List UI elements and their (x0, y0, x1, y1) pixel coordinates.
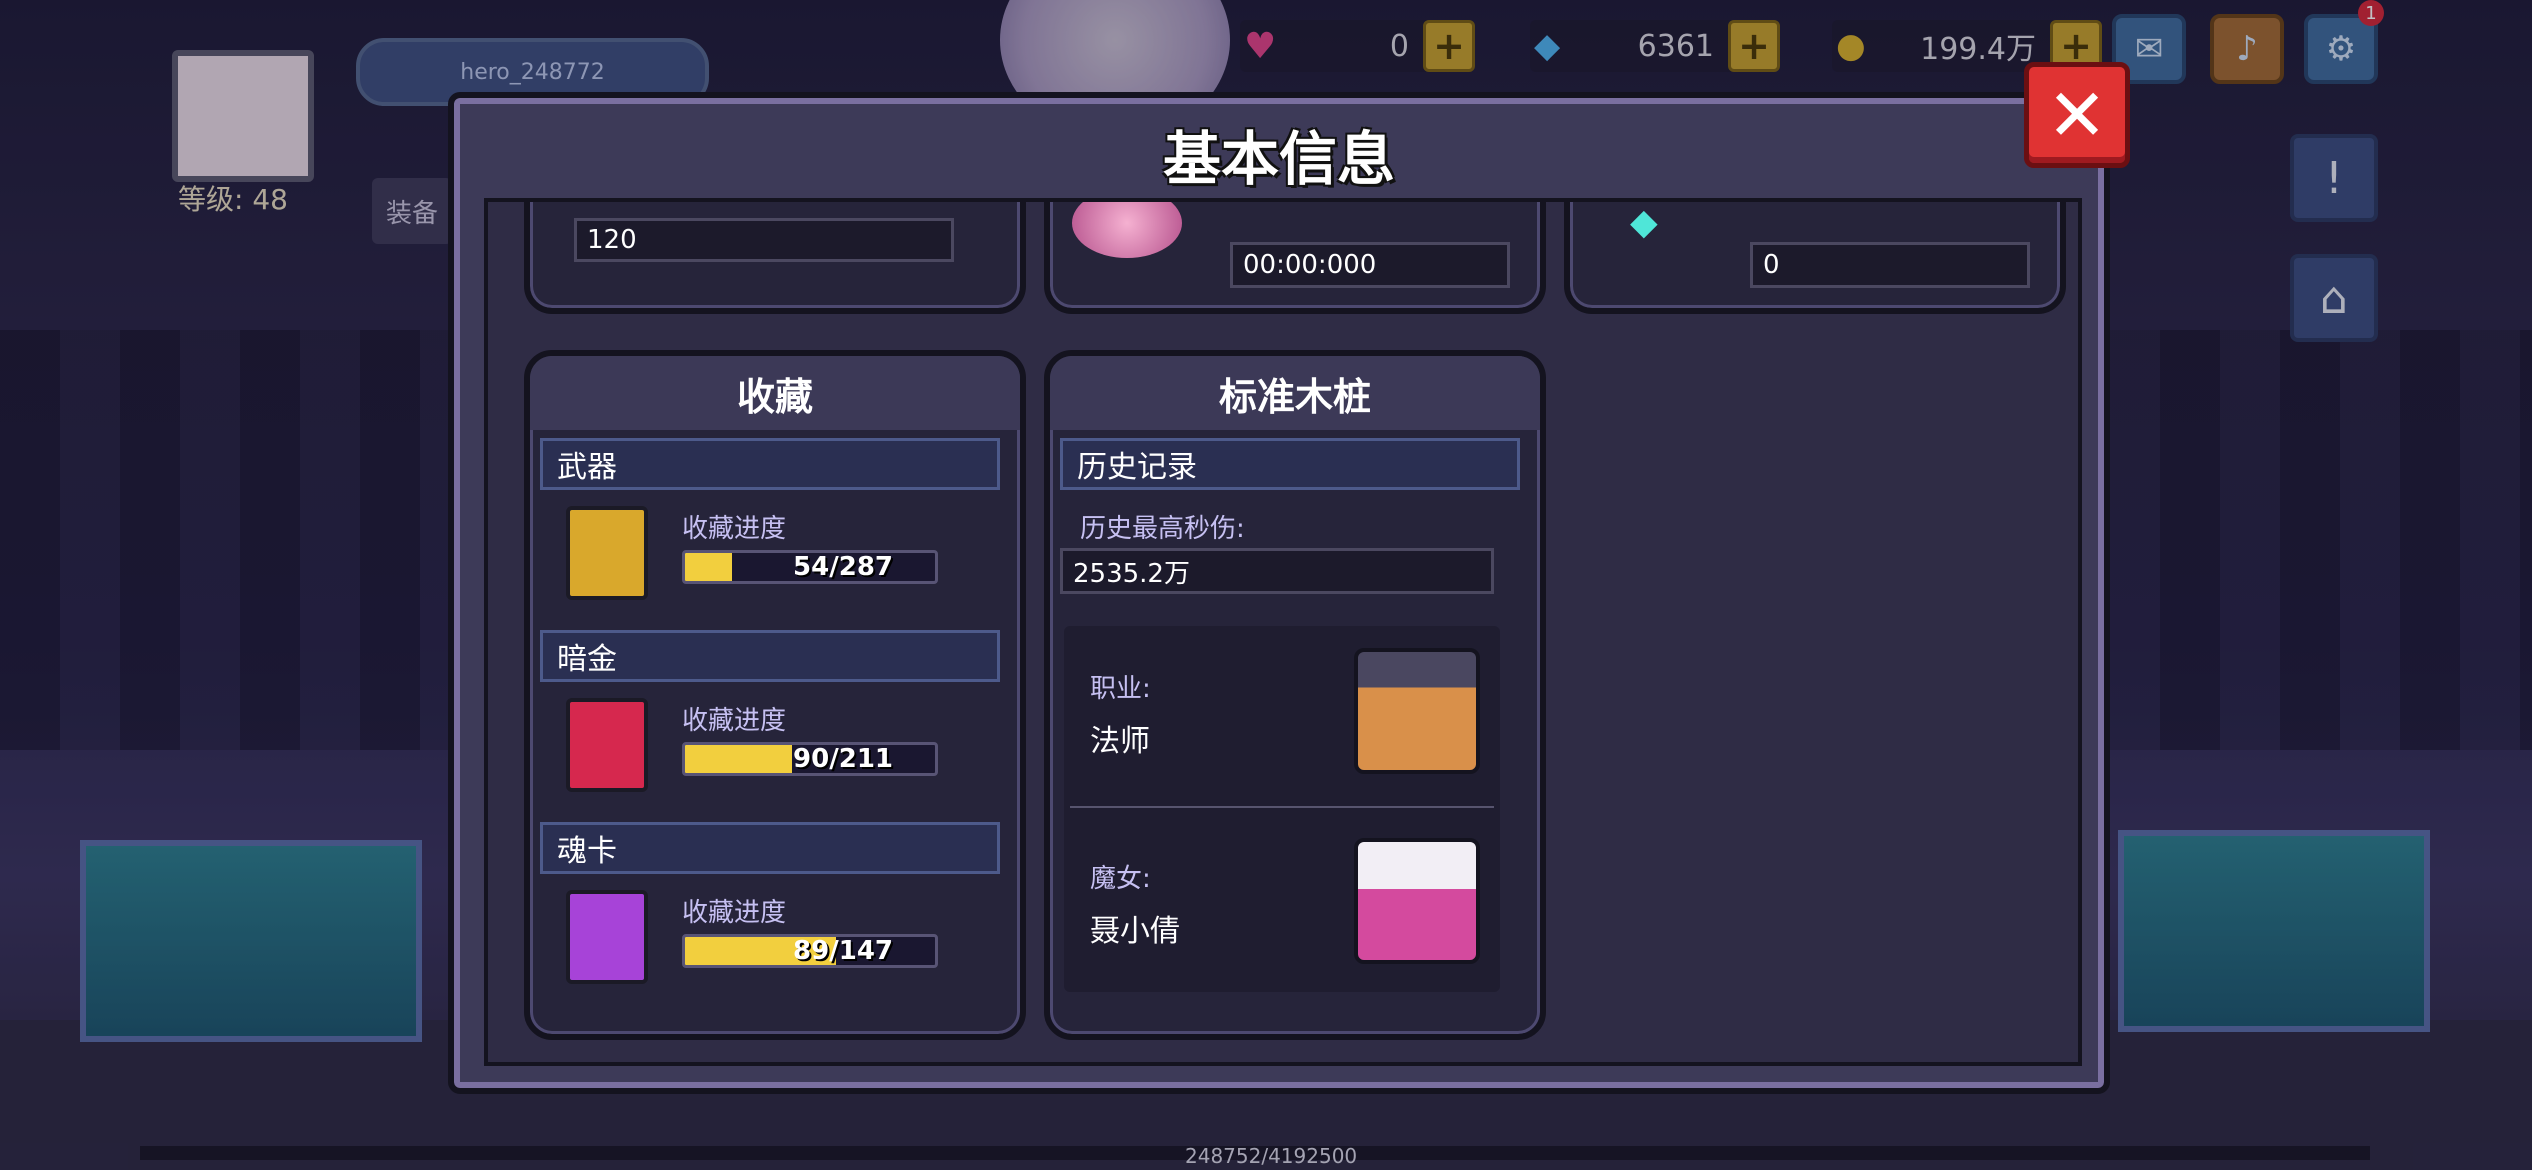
dark-gold-progress-label: 收藏进度 (682, 706, 787, 736)
top-middle-value: 00:00:000 (1230, 242, 1510, 288)
top-right-gem-icon: ◆ (1630, 202, 1658, 243)
top-left-value: 120 (574, 218, 954, 262)
job-label: 职业: (1090, 674, 1151, 704)
weapons-progress-bar: 54/287 (682, 550, 938, 584)
modal-title: 基本信息 (1162, 125, 1395, 193)
dark-gold-progress-text: 90/211 (793, 744, 893, 774)
job-value: 法师 (1090, 724, 1150, 759)
character-info-panel: 职业: 法师 魔女: 聂小倩 (1064, 626, 1500, 992)
collection-title: 收藏 (530, 356, 1020, 430)
weapons-progress-text: 54/287 (793, 552, 893, 582)
collection-card: 收藏 武器 收藏进度 54/287 暗金 收藏进度 90/211 魂卡 收藏进度… (524, 350, 1026, 1040)
soul-card-progress-label: 收藏进度 (682, 898, 787, 928)
close-button[interactable]: ✕ (2024, 62, 2130, 168)
max-dps-value: 2535.2万 (1060, 548, 1494, 594)
collection-category-weapons: 武器 (540, 438, 1000, 490)
history-record-header: 历史记录 (1060, 438, 1520, 490)
top-card-middle: 00:00:000 (1044, 202, 1546, 314)
dark-gold-progress-bar: 90/211 (682, 742, 938, 776)
soul-card-book-icon (566, 890, 648, 984)
basic-info-modal: 基本信息 120 00:00:000 ◆ 0 收藏 武器 收藏进度 54/287… (448, 92, 2110, 1094)
soul-card-progress-bar: 89/147 (682, 934, 938, 968)
training-dummy-title: 标准木桩 (1050, 356, 1540, 430)
modal-content: 120 00:00:000 ◆ 0 收藏 武器 收藏进度 54/287 暗金 收… (484, 198, 2082, 1066)
mage-portrait (1354, 648, 1480, 774)
dark-gold-book-icon (566, 698, 648, 792)
collection-category-soul-card: 魂卡 (540, 822, 1000, 874)
top-right-value: 0 (1750, 242, 2030, 288)
training-dummy-card: 标准木桩 历史记录 历史最高秒伤: 2535.2万 职业: 法师 魔女: 聂小倩 (1044, 350, 1546, 1040)
witch-label: 魔女: (1090, 864, 1151, 894)
top-middle-orb-icon (1072, 202, 1182, 258)
soul-card-progress-text: 89/147 (793, 936, 893, 966)
weapon-book-icon (566, 506, 648, 600)
collection-category-dark-gold: 暗金 (540, 630, 1000, 682)
witch-portrait (1354, 838, 1480, 964)
info-divider (1070, 806, 1494, 808)
max-dps-label: 历史最高秒伤: (1080, 514, 1245, 544)
top-card-right: ◆ 0 (1564, 202, 2066, 314)
weapons-progress-label: 收藏进度 (682, 514, 787, 544)
top-card-left: 120 (524, 202, 1026, 314)
witch-value: 聂小倩 (1090, 914, 1180, 949)
